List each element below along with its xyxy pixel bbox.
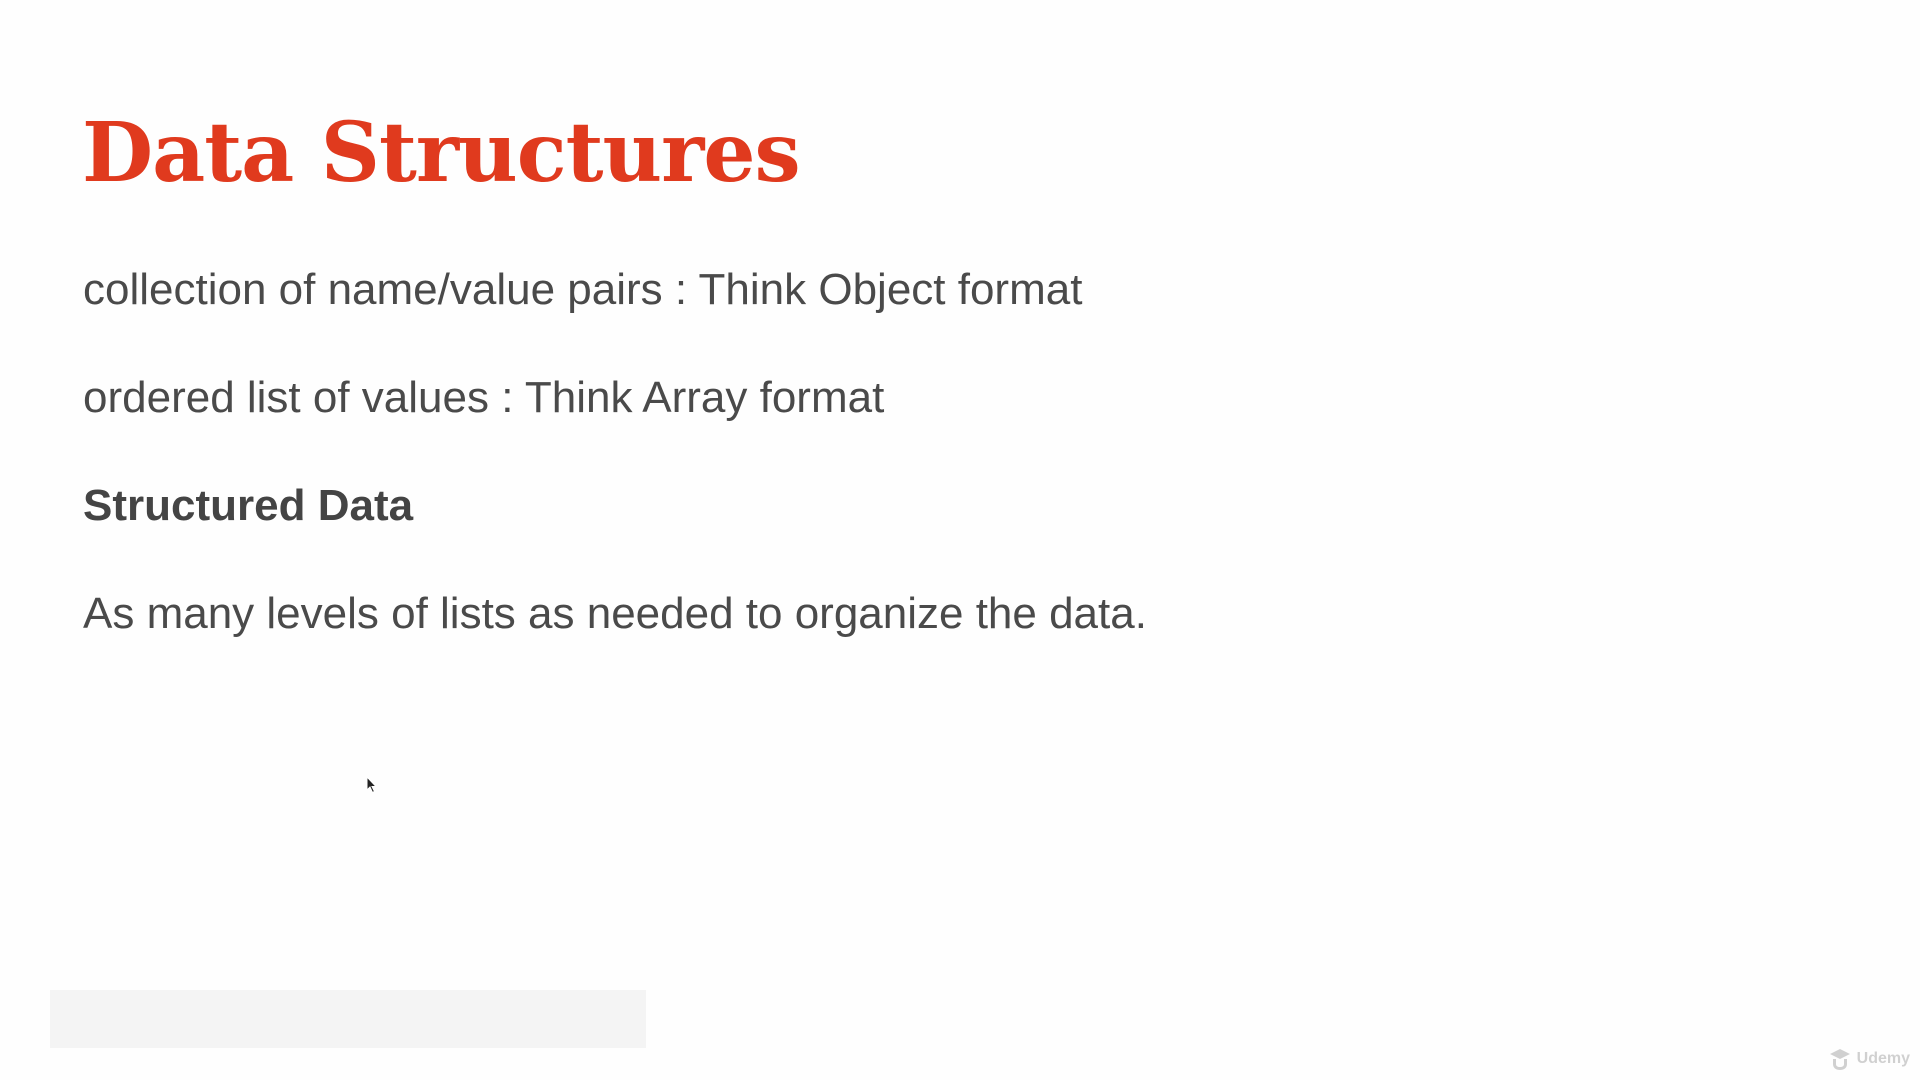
udemy-logo-icon bbox=[1829, 1049, 1850, 1070]
faded-caption-bar bbox=[50, 990, 646, 1048]
slide-line-array-format: ordered list of values : Think Array for… bbox=[83, 373, 885, 422]
udemy-watermark: Udemy bbox=[1827, 1046, 1910, 1072]
slide-line-object-format: collection of name/value pairs : Think O… bbox=[83, 265, 1083, 314]
mouse-pointer-icon bbox=[366, 776, 378, 794]
slide: Data Structures collection of name/value… bbox=[0, 0, 1920, 1080]
slide-line-levels-of-lists: As many levels of lists as needed to org… bbox=[83, 589, 1147, 638]
slide-title: Data Structures bbox=[82, 105, 801, 201]
watermark-label: Udemy bbox=[1856, 1050, 1910, 1067]
slide-subheading-structured-data: Structured Data bbox=[83, 481, 414, 530]
